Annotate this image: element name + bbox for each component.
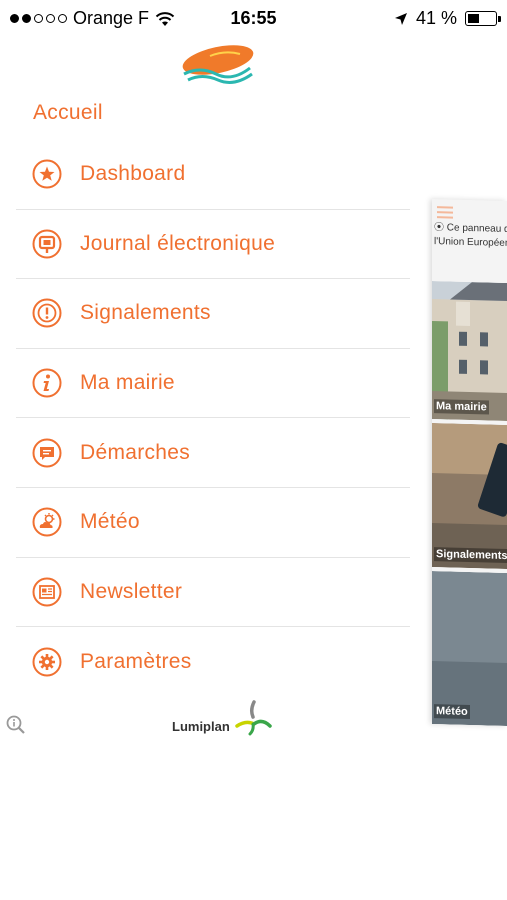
menu-item-signalements[interactable]: Signalements	[16, 279, 410, 349]
lumiplan-mark-icon	[235, 700, 272, 736]
lumiplan-logo: Lumiplan	[172, 700, 272, 740]
battery-fill	[468, 14, 479, 23]
news-line-1: Ce panneau d'i	[446, 222, 507, 236]
menu-item-ma-mairie[interactable]: Ma mairie	[16, 349, 410, 419]
menu-item-label: Dashboard	[80, 162, 186, 186]
menu-item-label: Journal électronique	[80, 231, 276, 255]
tile-meteo[interactable]: Météo	[432, 571, 507, 726]
newsletter-icon	[32, 577, 62, 607]
star-icon	[32, 159, 62, 189]
rss-icon: ⦿	[434, 222, 447, 234]
battery-icon	[465, 11, 501, 26]
tile-label: Ma mairie	[434, 399, 489, 415]
home-link[interactable]: Accueil	[33, 101, 103, 125]
tile-label: Météo	[434, 704, 470, 720]
menu-item-parametres[interactable]: Paramètres	[16, 627, 410, 697]
hamburger-icon	[437, 203, 453, 221]
menu-item-label: Newsletter	[80, 579, 183, 603]
info-icon	[32, 368, 62, 398]
weather-icon	[32, 507, 62, 537]
menu-item-newsletter[interactable]: Newsletter	[16, 558, 410, 628]
tile-signalements[interactable]: Signalements	[432, 423, 507, 569]
side-menu: Dashboard Journal électronique Signaleme…	[16, 140, 410, 697]
background-screen-peek[interactable]: ⦿ Ce panneau d'i l'Union Européenne Ma m…	[432, 199, 507, 726]
brand-name: Lumiplan	[172, 719, 230, 734]
menu-item-label: Signalements	[80, 301, 211, 325]
chat-icon	[32, 438, 62, 468]
news-line-2: l'Union Européenne	[434, 236, 507, 250]
city-logo	[182, 45, 254, 84]
status-bar: Orange F 16:55 41 %	[0, 0, 507, 38]
menu-item-label: Paramètres	[80, 649, 192, 673]
menu-item-demarches[interactable]: Démarches	[16, 418, 410, 488]
tile-label: Signalements	[434, 547, 507, 564]
battery-percentage: 41 %	[415, 8, 457, 28]
news-ticker: ⦿ Ce panneau d'i l'Union Européenne	[434, 221, 507, 251]
location-arrow-icon	[394, 12, 407, 25]
gear-icon	[32, 647, 62, 677]
menu-item-label: Démarches	[80, 440, 191, 464]
tile-ma-mairie[interactable]: Ma mairie	[432, 281, 507, 421]
menu-item-dashboard[interactable]: Dashboard	[16, 140, 410, 210]
menu-item-label: Ma mairie	[80, 371, 175, 395]
menu-item-label: Météo	[80, 510, 140, 534]
alert-icon	[32, 298, 62, 328]
sign-icon	[32, 229, 62, 259]
weather-image	[432, 571, 507, 726]
status-right: 41 %	[394, 8, 501, 29]
menu-item-journal[interactable]: Journal électronique	[16, 210, 410, 280]
zoom-info-icon[interactable]	[5, 714, 27, 736]
menu-item-meteo[interactable]: Météo	[16, 488, 410, 558]
